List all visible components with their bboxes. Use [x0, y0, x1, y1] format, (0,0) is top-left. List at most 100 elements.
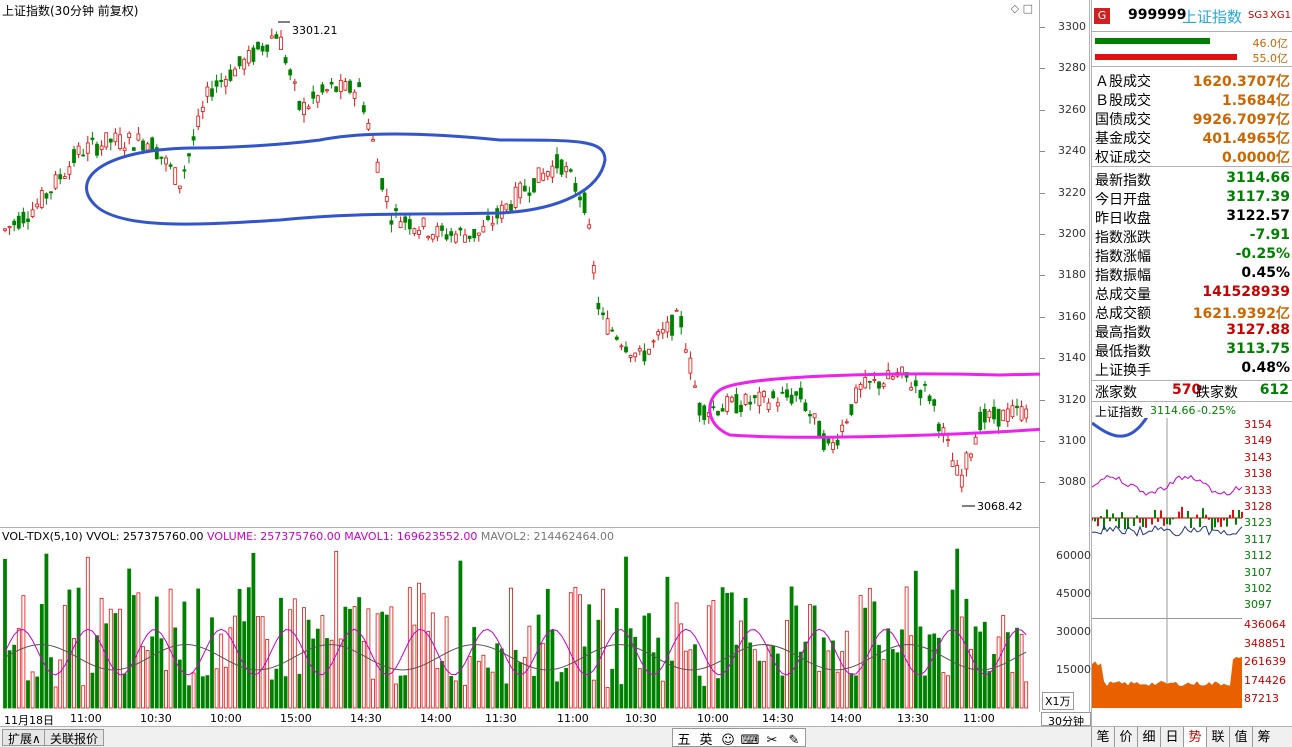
stat-label: 上证换手: [1095, 363, 1151, 379]
candle-body: [950, 460, 955, 467]
volume-bar: [159, 638, 164, 709]
candle-body: [200, 106, 205, 112]
volume-bar: [467, 655, 472, 709]
panel-tab[interactable]: 笔: [1091, 727, 1114, 747]
panel-tab[interactable]: 势: [1183, 727, 1206, 747]
candle-body: [1024, 408, 1029, 419]
candle-body: [743, 393, 748, 405]
volume-bar: [568, 592, 573, 709]
volume-bar: [536, 614, 541, 709]
volume-bar: [803, 641, 808, 709]
volume-bar: [417, 582, 421, 709]
panel-tab[interactable]: 联: [1206, 727, 1229, 747]
price-tick: 3080: [1058, 475, 1086, 489]
volume-bar: [265, 639, 270, 709]
candle-body: [122, 147, 127, 152]
candle-body: [136, 133, 141, 141]
price-tick: 3280: [1058, 61, 1086, 75]
candle-body: [164, 157, 168, 165]
candle-body: [35, 203, 40, 208]
candle-body: [513, 186, 518, 208]
ime-tool-button[interactable]: ☺: [717, 733, 739, 747]
period-selector[interactable]: 30分钟: [1041, 712, 1091, 728]
stat-label: 最高指数: [1095, 325, 1151, 341]
ime-tool-button[interactable]: 英: [695, 729, 717, 747]
mini-price-tick: 3149: [1244, 434, 1272, 448]
volume-unit: X1万: [1042, 692, 1074, 710]
candle-body: [670, 314, 674, 336]
stat-value: 3117.39: [1226, 189, 1290, 205]
volume-bar: [223, 666, 228, 709]
panel-tab[interactable]: 值: [1229, 727, 1252, 747]
volume-bar: [53, 686, 58, 709]
trade-row: Ｂ股成交 1.5684亿: [1095, 90, 1290, 109]
candle-body: [1019, 406, 1024, 421]
volume-chart[interactable]: VOL-TDX(5,10) VVOL: 257375760.00 VOLUME:…: [0, 528, 1040, 712]
volume-bar: [766, 645, 771, 709]
stat-label: 总成交额: [1095, 306, 1151, 322]
candle-body: [550, 165, 555, 178]
volume-bar: [688, 649, 693, 709]
volume-bar: [348, 608, 352, 709]
related-quotes-tab[interactable]: 关联报价: [44, 729, 105, 746]
group-badge[interactable]: G: [1094, 8, 1110, 24]
candle-body: [292, 81, 297, 84]
volume-bar: [812, 605, 817, 709]
candle-body: [242, 58, 247, 70]
ime-tool-button[interactable]: ✂: [761, 733, 783, 747]
ime-tool-button[interactable]: ✎: [783, 733, 805, 747]
mini-price-tick: 3133: [1244, 483, 1272, 497]
trade-value: 9926.7097亿: [1192, 112, 1290, 128]
candle-body: [826, 438, 831, 444]
expand-button[interactable]: 扩展∧: [2, 729, 47, 746]
candle-body: [90, 137, 95, 140]
volume-bar: [605, 687, 610, 709]
ime-tool-button[interactable]: ⌨: [739, 733, 761, 747]
panel-tab[interactable]: 细: [1137, 727, 1160, 747]
candle-body: [605, 318, 610, 335]
candle-body: [863, 377, 868, 389]
volume-bar: [610, 668, 615, 709]
candlestick-chart[interactable]: 上证指数(30分钟 前复权) ◇ □ 3301.21 3068.42: [0, 0, 1040, 528]
volume-bar: [555, 681, 559, 709]
candle-body: [361, 105, 366, 113]
volume-bar: [927, 634, 932, 709]
candle-body: [992, 406, 996, 420]
tag-sg3[interactable]: SG3: [1248, 10, 1268, 21]
mini-price-tick: 3117: [1244, 532, 1272, 546]
candle-body: [269, 35, 274, 39]
volume-bar: [665, 576, 670, 709]
stat-value: 3127.88: [1226, 322, 1290, 338]
candle-body: [522, 185, 527, 192]
volume-bar: [44, 553, 49, 709]
panel-tab[interactable]: 筹: [1252, 727, 1275, 747]
volume-bar: [200, 676, 205, 709]
candle-body: [131, 147, 136, 151]
candle-body: [867, 380, 872, 383]
volume-bar: [679, 623, 684, 709]
volume-bar: [260, 616, 265, 709]
panel-tab[interactable]: 价: [1114, 727, 1137, 747]
candle-body: [246, 50, 251, 64]
down-count-label: 跌家数: [1196, 385, 1238, 401]
volume-bar: [817, 670, 822, 709]
panel-tab[interactable]: 日: [1160, 727, 1183, 747]
volume-bar: [251, 552, 256, 709]
volume-bar: [35, 676, 40, 709]
trade-value: 401.4965亿: [1202, 131, 1290, 147]
candle-body: [996, 408, 1001, 427]
volume-bar: [651, 652, 656, 709]
volume-bar: [541, 643, 546, 709]
time-tick: 10:30: [140, 712, 172, 725]
volume-bar: [504, 683, 509, 709]
tag-xg1[interactable]: XG1: [1270, 10, 1291, 21]
volume-bar: [90, 672, 95, 709]
candle-body: [366, 123, 371, 130]
volume-bar: [545, 588, 550, 709]
price-tick: 3160: [1058, 309, 1086, 323]
candle-body: [900, 366, 904, 374]
volume-bar: [895, 652, 900, 709]
ime-tool-button[interactable]: 五: [673, 729, 695, 747]
volume-bar: [637, 668, 642, 709]
volume-bar: [711, 599, 716, 709]
